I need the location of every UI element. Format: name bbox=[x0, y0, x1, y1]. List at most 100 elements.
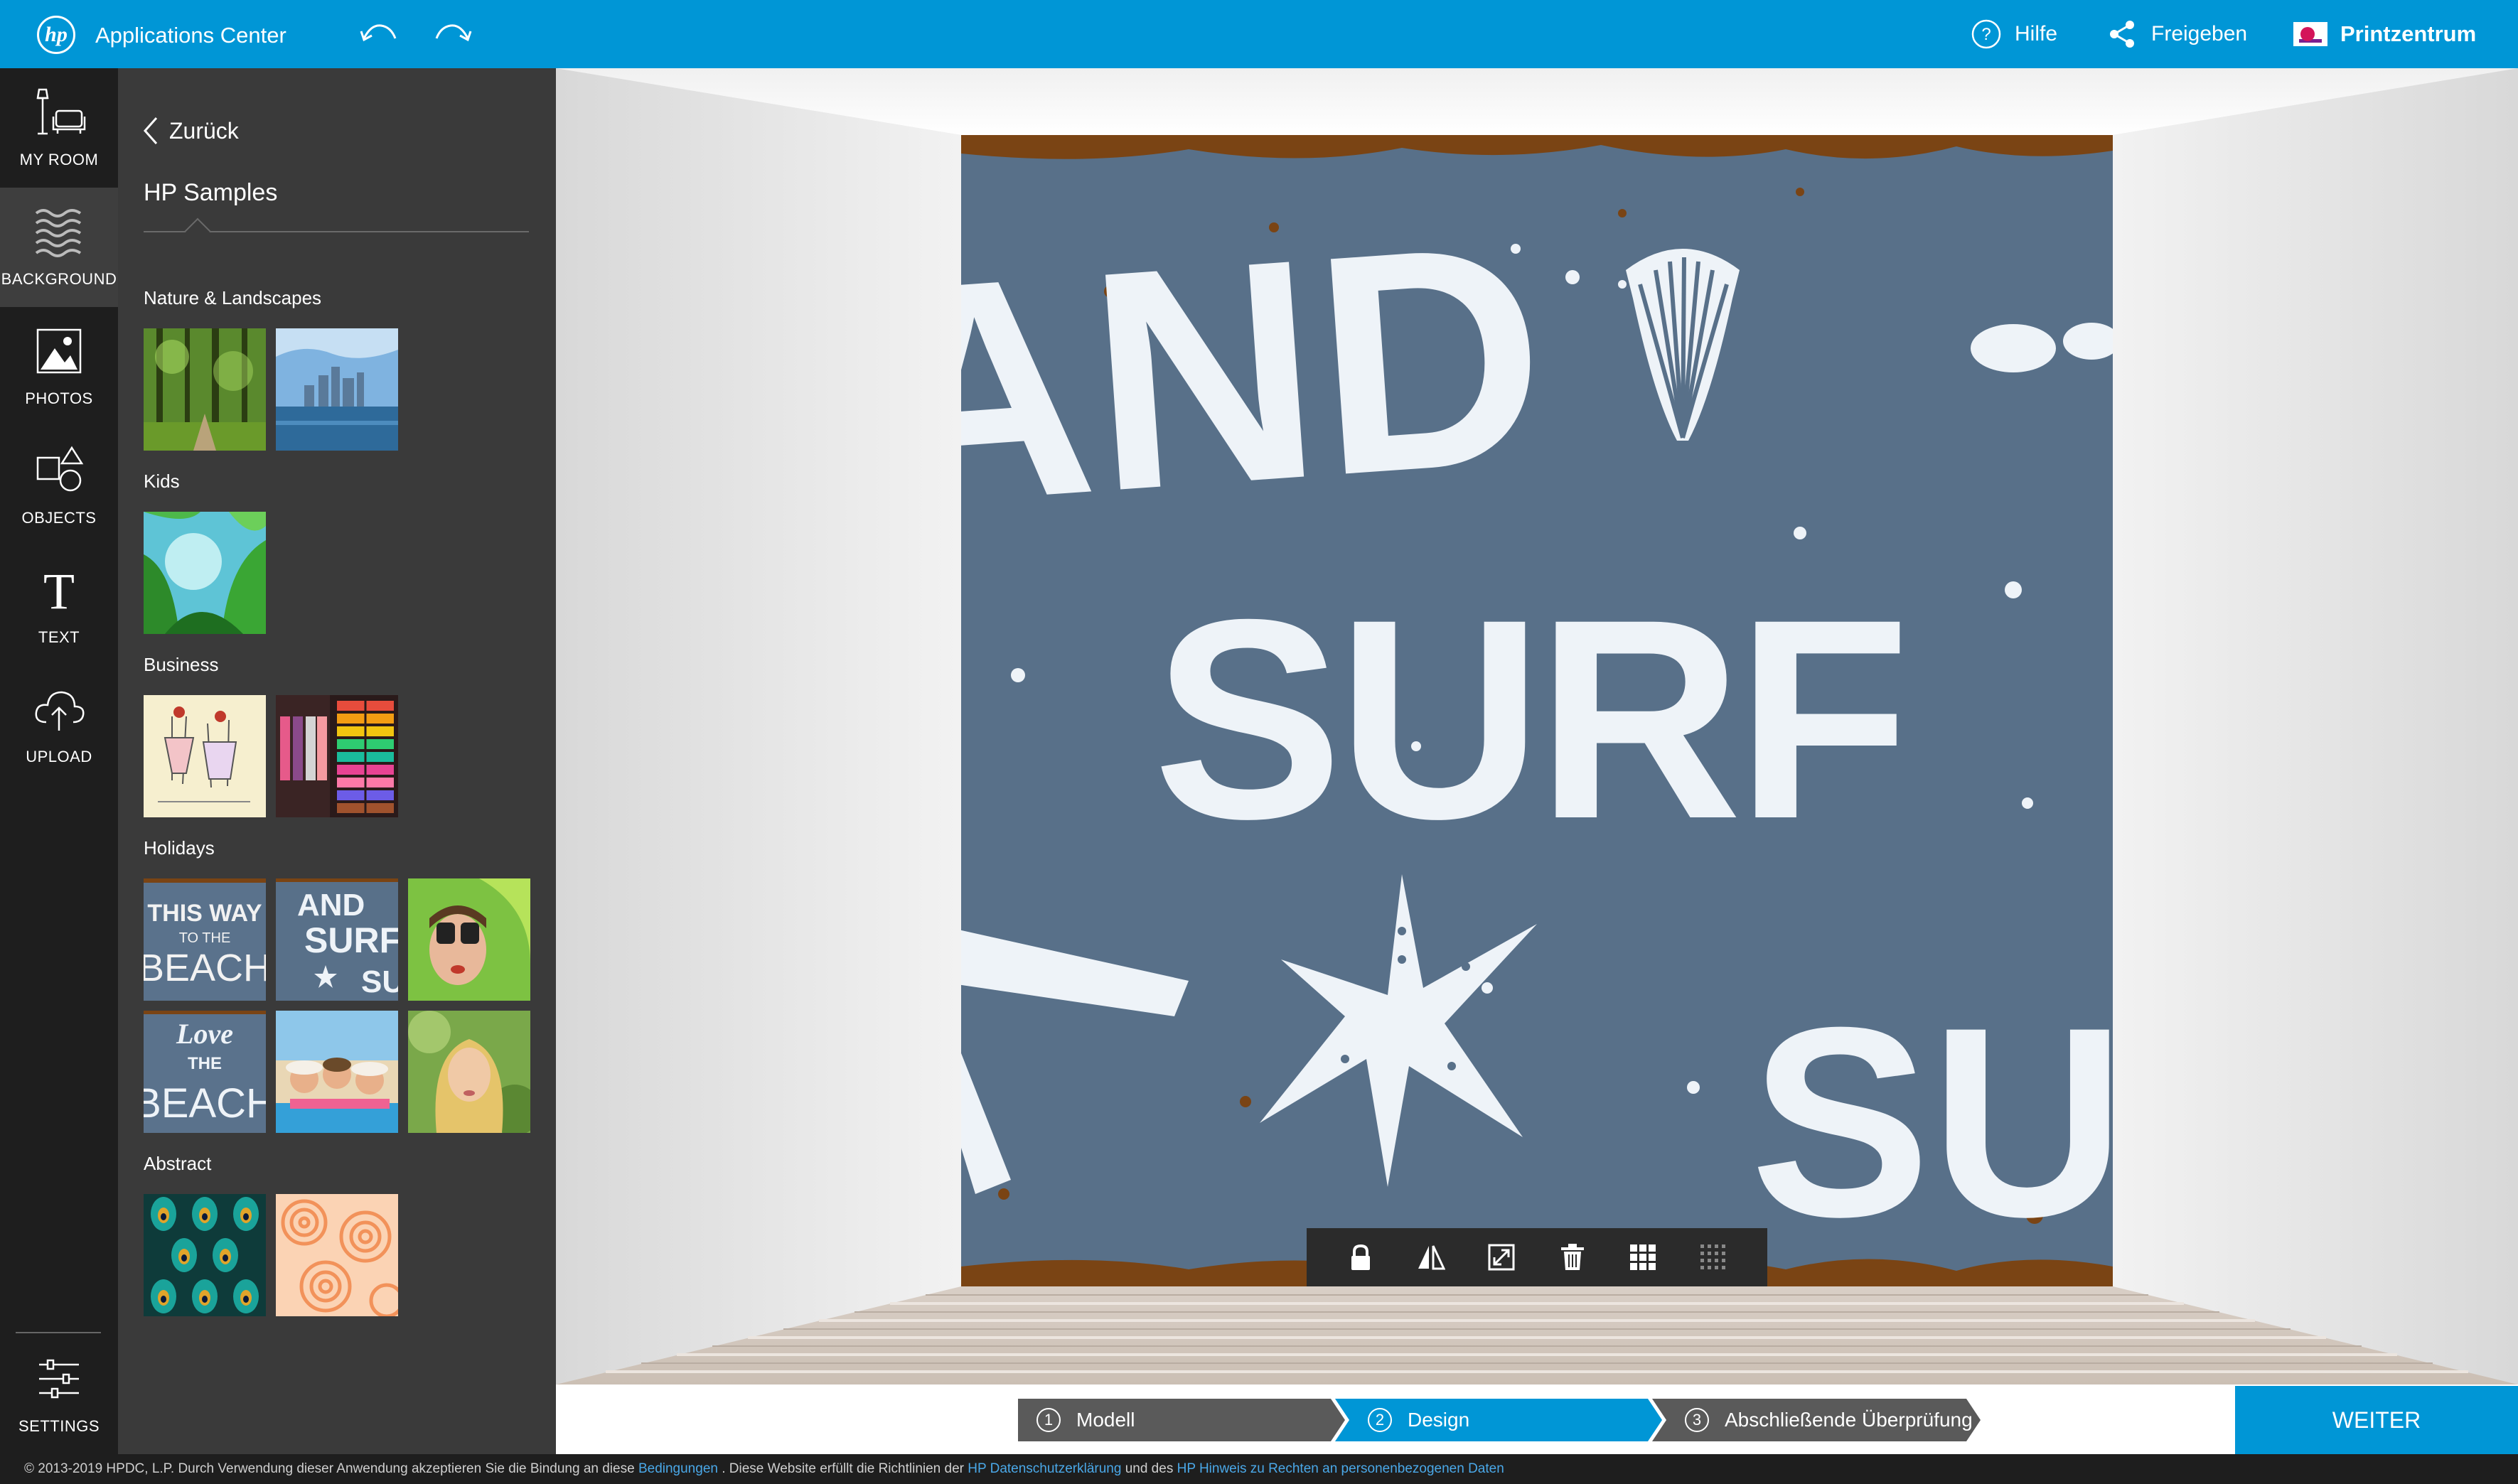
svg-text:?: ? bbox=[1981, 25, 1991, 44]
footer-text-3: und des bbox=[1125, 1461, 1174, 1476]
step-label-design: Design bbox=[1408, 1409, 1470, 1431]
thumb-sand-surf[interactable]: AND SURF SU bbox=[276, 878, 398, 1001]
resize-button[interactable] bbox=[1480, 1236, 1523, 1279]
rail-item-background[interactable]: BACKGROUND bbox=[0, 188, 118, 307]
thumb-clothing-shelves[interactable] bbox=[276, 695, 398, 817]
rail-label-my-room: MY ROOM bbox=[19, 151, 99, 168]
print-center-button[interactable]: Printzentrum bbox=[2293, 17, 2476, 51]
rail-label-photos: PHOTOS bbox=[25, 389, 93, 407]
thumb-friends-on-beach[interactable] bbox=[276, 1011, 398, 1133]
help-label: Hilfe bbox=[2015, 22, 2058, 45]
share-icon bbox=[2110, 21, 2134, 48]
rail-item-photos[interactable]: PHOTOS bbox=[0, 307, 118, 426]
thumb-love-the-beach[interactable]: Love THE BEACH bbox=[144, 1011, 266, 1133]
lock-button[interactable] bbox=[1339, 1236, 1382, 1279]
rail-item-text[interactable]: T TEXT bbox=[0, 546, 118, 665]
mirror-icon bbox=[1418, 1245, 1445, 1270]
print-center-label: Printzentrum bbox=[2340, 21, 2477, 46]
wall-text-middle: SURF bbox=[1153, 560, 1904, 878]
resize-icon bbox=[1488, 1244, 1515, 1271]
thumb-sand-line1: AND bbox=[297, 888, 365, 923]
back-label: Zurück bbox=[169, 117, 239, 144]
rail-item-my-room[interactable]: MY ROOM bbox=[0, 68, 118, 188]
app-title: Applications Center bbox=[95, 23, 286, 48]
shapes-icon bbox=[36, 446, 84, 492]
text-icon: T bbox=[43, 563, 75, 618]
next-button[interactable]: WEITER bbox=[2235, 1386, 2518, 1454]
wizard-steps-bar: 1 Modell 2 Design 3 Abschließende Überpr… bbox=[556, 1384, 2518, 1454]
rail-item-upload[interactable]: UPLOAD bbox=[0, 665, 118, 785]
thumb-jungle-leaves[interactable] bbox=[144, 512, 266, 634]
wall-text-top: AND bbox=[961, 178, 1555, 573]
mirror-button[interactable] bbox=[1410, 1236, 1452, 1279]
tile-button[interactable] bbox=[1622, 1236, 1664, 1279]
step-number-2: 2 bbox=[1368, 1408, 1392, 1432]
thumb-beach-line3: BEACH bbox=[144, 947, 266, 989]
lock-icon bbox=[1351, 1244, 1370, 1270]
top-bar: hp Applications Center ? Hilfe Freigeben… bbox=[0, 0, 2518, 68]
footer-link-terms[interactable]: Bedingungen bbox=[638, 1461, 718, 1476]
thumb-love-line1: Love bbox=[176, 1018, 233, 1050]
category-label-abstract: Abstract bbox=[144, 1153, 212, 1174]
thumb-peacock-pattern[interactable] bbox=[144, 1194, 266, 1316]
thumb-beach-line2: TO THE bbox=[179, 930, 231, 946]
category-label-nature: Nature & Landscapes bbox=[144, 287, 322, 308]
step-number-3: 3 bbox=[1685, 1408, 1709, 1432]
footer: © 2013-2019 HPDC, L.P. Durch Verwendung … bbox=[0, 1454, 2518, 1484]
category-label-kids: Kids bbox=[144, 471, 180, 492]
thumb-sand-line2: SURF bbox=[304, 920, 398, 960]
back-button[interactable]: Zurück bbox=[142, 115, 239, 146]
thumb-blonde-woman[interactable] bbox=[408, 1011, 530, 1133]
category-label-business: Business bbox=[144, 654, 219, 675]
hp-logo[interactable]: hp bbox=[37, 16, 75, 54]
panel-title: HP Samples bbox=[144, 179, 278, 206]
rail-label-settings: SETTINGS bbox=[18, 1417, 100, 1435]
samples-panel: Zurück HP Samples Nature & Landscapes Ki… bbox=[118, 68, 556, 1454]
grid-icon bbox=[1629, 1244, 1656, 1270]
footer-text-2: . Diese Website erfüllt die Richtlinien … bbox=[722, 1461, 964, 1476]
rail-label-objects: OBJECTS bbox=[21, 509, 97, 527]
footer-link-privacy[interactable]: HP Datenschutzerklärung bbox=[968, 1461, 1121, 1476]
rail-item-objects[interactable]: OBJECTS bbox=[0, 426, 118, 546]
footer-link-personal-data[interactable]: HP Hinweis zu Rechten an personenbezogen… bbox=[1177, 1461, 1504, 1476]
share-button[interactable]: Freigeben bbox=[2107, 17, 2247, 51]
rail-item-settings[interactable]: SETTINGS bbox=[0, 1335, 118, 1454]
thumb-this-way-to-the-beach[interactable]: THIS WAY TO THE BEACH bbox=[144, 878, 266, 1001]
thumb-sand-line3: SU bbox=[361, 964, 398, 999]
fine-tile-button[interactable] bbox=[1692, 1236, 1735, 1279]
grid-fine-icon bbox=[1700, 1244, 1726, 1269]
wall-text-bottom: SU bbox=[1750, 971, 2113, 1273]
cloud-upload-icon bbox=[35, 691, 85, 731]
help-button[interactable]: ? Hilfe bbox=[1971, 17, 2057, 51]
room-icon bbox=[36, 88, 86, 135]
rail-divider bbox=[16, 1332, 101, 1333]
step-label-review: Abschließende Überprüfung bbox=[1725, 1409, 1973, 1431]
rail-label-text: TEXT bbox=[38, 628, 80, 646]
photo-icon bbox=[36, 328, 82, 374]
thumb-forest[interactable] bbox=[144, 328, 266, 451]
tool-rail: MY ROOM BACKGROUND PHOTOS OBJECTS T TEXT… bbox=[0, 68, 118, 1454]
step-modell[interactable]: 1 Modell bbox=[1018, 1399, 1345, 1441]
thumb-binoculars-girl[interactable] bbox=[408, 878, 530, 1001]
redo-icon[interactable] bbox=[431, 17, 473, 51]
chevron-left-icon bbox=[143, 117, 158, 144]
rail-label-upload: UPLOAD bbox=[26, 748, 92, 765]
background-texture-icon bbox=[35, 209, 82, 257]
panel-title-caret bbox=[184, 217, 211, 244]
step-number-1: 1 bbox=[1036, 1408, 1061, 1432]
thumb-city-skyline[interactable] bbox=[276, 328, 398, 451]
delete-button[interactable] bbox=[1551, 1236, 1594, 1279]
thumb-love-line3: BEACH bbox=[144, 1080, 266, 1127]
undo-icon[interactable] bbox=[358, 17, 401, 51]
footer-text-1: © 2013-2019 HPDC, L.P. Durch Verwendung … bbox=[24, 1461, 635, 1476]
thumb-orange-swirls[interactable] bbox=[276, 1194, 398, 1316]
help-icon: ? bbox=[1971, 19, 2001, 49]
wall-design[interactable]: AND SURF SU bbox=[961, 135, 2113, 1286]
settings-sliders-icon bbox=[39, 1359, 79, 1399]
room-canvas: AND SURF SU bbox=[556, 68, 2518, 1384]
step-review[interactable]: 3 Abschließende Überprüfung bbox=[1666, 1399, 1981, 1441]
trash-icon bbox=[1560, 1244, 1584, 1270]
svg-text:T: T bbox=[43, 563, 75, 618]
step-design[interactable]: 2 Design bbox=[1349, 1399, 1662, 1441]
thumb-fashion-sketch[interactable] bbox=[144, 695, 266, 817]
